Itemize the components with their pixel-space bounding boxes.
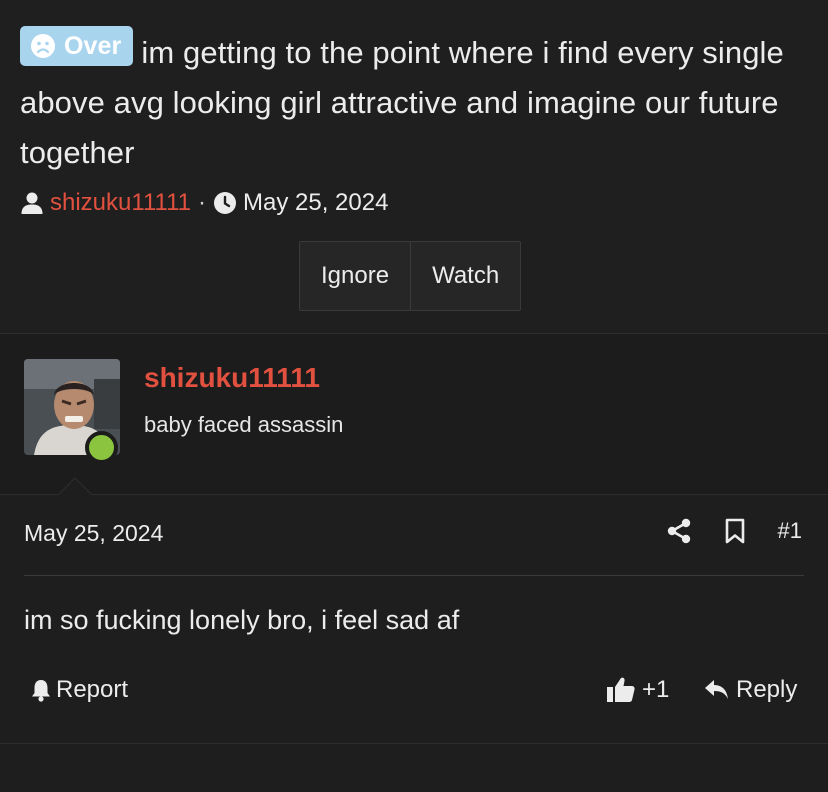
share-icon[interactable]: [666, 518, 692, 544]
bookmark-icon[interactable]: [722, 518, 748, 544]
watch-button[interactable]: Watch: [410, 242, 521, 310]
thread-page: Over im getting to the point where i fin…: [0, 0, 828, 792]
meta-separator: ·: [198, 189, 206, 216]
avatar-container[interactable]: [24, 359, 120, 464]
post-bottom-border: [0, 743, 828, 744]
thread-prefix-badge[interactable]: Over: [20, 26, 134, 66]
report-label: Report: [56, 676, 129, 703]
post-footer-actions: Report +1 Reply: [0, 676, 828, 714]
thread-author-link[interactable]: shizuku11111: [50, 189, 191, 217]
post-divider: [24, 575, 804, 576]
reply-button[interactable]: Reply: [704, 676, 797, 704]
thread-title: Over im getting to the point where i fin…: [20, 26, 820, 178]
thumbs-up-icon: [606, 676, 636, 704]
post-top-actions: #1: [666, 518, 802, 544]
thread-title-text: im getting to the point where i find eve…: [20, 35, 784, 170]
bell-icon: [30, 678, 52, 702]
post-number-link[interactable]: #1: [778, 518, 802, 544]
thread-header: Over im getting to the point where i fin…: [0, 0, 828, 333]
reply-label: Reply: [736, 676, 798, 703]
clock-icon: [213, 191, 237, 215]
thread-meta: shizuku11111 · May 25, 2024: [20, 186, 388, 220]
user-icon: [20, 191, 44, 215]
report-button[interactable]: Report: [30, 676, 128, 704]
post-body: im so fucking lonely bro, i feel sad af: [24, 605, 460, 635]
thread-prefix-label: Over: [64, 32, 122, 60]
thread-date[interactable]: May 25, 2024: [243, 189, 388, 217]
like-button[interactable]: +1: [606, 676, 669, 704]
post-user-block: shizuku11111 baby faced assassin: [0, 333, 828, 495]
reply-arrow-icon: [704, 678, 730, 702]
thread-action-buttons: Ignore Watch: [299, 241, 522, 311]
post-date[interactable]: May 25, 2024: [24, 520, 163, 547]
message-arrow: [55, 475, 95, 495]
post-username[interactable]: shizuku11111: [144, 362, 320, 394]
ignore-button[interactable]: Ignore: [300, 242, 411, 310]
sad-face-icon: [30, 33, 56, 59]
reaction-count[interactable]: +1: [642, 676, 669, 704]
user-title: baby faced assassin: [144, 412, 344, 437]
online-status-indicator: [85, 431, 118, 464]
